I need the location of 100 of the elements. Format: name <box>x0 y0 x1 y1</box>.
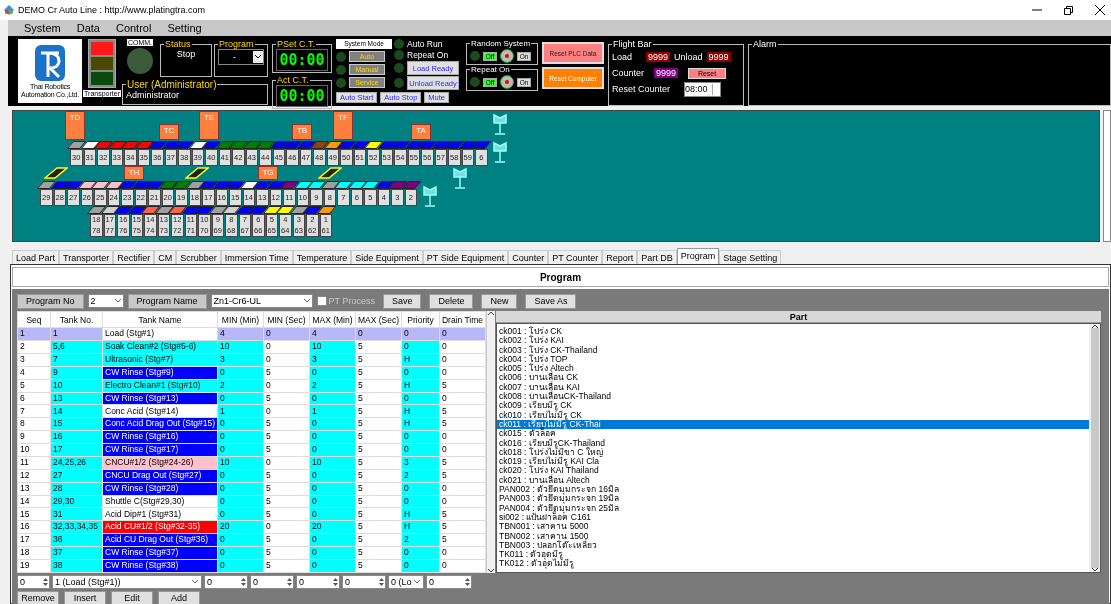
menu-item[interactable]: Data <box>68 22 108 34</box>
menu-item[interactable]: Setting <box>159 22 210 34</box>
group-title: Random System <box>470 39 532 48</box>
part-item[interactable]: TBN003 : ปลอกโต๊ะเหลี่ยว <box>497 540 1089 551</box>
scroll-up-icon[interactable] <box>488 311 494 315</box>
part-item[interactable]: ck015 : ตัวล็อค <box>497 429 1089 439</box>
part-item[interactable]: PAN003 : ตัวยึดมุมกระจก 19มิล <box>497 494 1089 504</box>
part-item[interactable]: ck010 : เรียบไม่มีรู CK <box>497 410 1089 420</box>
program-name-button[interactable]: Program Name <box>127 293 207 309</box>
caret-icon <box>114 299 121 303</box>
checkbox[interactable] <box>316 296 327 306</box>
program-name-dropdown[interactable]: Zn1-Cr6-UL <box>210 294 313 308</box>
tank-dropdown[interactable]: 0 (Lo <box>388 575 424 589</box>
row-action-button[interactable]: Insert <box>64 591 106 604</box>
number-spinner[interactable]: 0 <box>342 575 386 589</box>
window-title: DEMO Cr Auto Line : http://www.platingtra.com <box>18 5 206 15</box>
shuttle-icon <box>185 167 209 179</box>
hanger-icon <box>493 141 507 163</box>
tab[interactable]: PT Side Equipment <box>422 250 509 264</box>
row-action-button[interactable]: Remove <box>17 591 59 604</box>
action-button[interactable]: Save As <box>525 293 577 309</box>
action-button[interactable]: New <box>481 293 518 309</box>
status-value: Stop <box>175 49 197 59</box>
tab[interactable]: Report <box>602 250 638 264</box>
tab[interactable]: Scrubber <box>176 250 221 264</box>
toggle-knob[interactable] <box>500 49 514 63</box>
spinner-arrows-icon <box>240 577 247 587</box>
logo-icon <box>33 43 67 83</box>
program-no-button[interactable]: Program No <box>17 293 84 309</box>
tab[interactable]: Transporter <box>59 250 114 264</box>
tab[interactable]: Load Part <box>12 250 60 264</box>
tab[interactable]: CM <box>154 250 177 264</box>
action-button[interactable]: Delete <box>429 293 474 309</box>
tank-dropdown[interactable]: 1 (Load (Stg#1)) <box>52 575 202 589</box>
part-item[interactable]: TK011 : ตัวอุดมีรู <box>497 550 1089 560</box>
indicator-label: Repeat On <box>407 50 449 60</box>
load-count: 9999 <box>646 52 671 62</box>
part-item[interactable]: ck002 : โปร่ง KAI <box>497 336 1089 346</box>
shuttle-icon <box>44 167 68 179</box>
caret-icon <box>192 580 198 584</box>
part-item[interactable]: PAN002 : ตัวยึดมุมกระจก 16มิล <box>497 485 1089 495</box>
tab[interactable]: PT Counter <box>548 250 603 264</box>
tab[interactable]: Program <box>676 248 720 264</box>
number-spinner[interactable]: 0 <box>426 575 472 589</box>
part-item[interactable]: ck011 : เรียบไม่มีรู CK-Thai <box>497 419 1089 430</box>
column-header: Tank No. <box>50 311 103 328</box>
column-header: MAX (Min) <box>309 311 356 328</box>
time-spinner[interactable]: 08:00 <box>684 81 721 97</box>
column-header: Priority <box>401 311 440 328</box>
scroll-down-icon[interactable] <box>488 569 494 573</box>
menu-item[interactable]: Control <box>107 22 160 34</box>
restore-icon[interactable] <box>1064 5 1073 15</box>
group-title: Alarm <box>752 39 778 49</box>
row-action-button[interactable]: Edit <box>111 591 153 604</box>
toggle-knob[interactable] <box>500 75 514 89</box>
part-item[interactable]: TK012 : ตัวอุดไม่มีรู <box>497 559 1089 569</box>
close-icon[interactable] <box>1095 5 1105 15</box>
part-item[interactable]: si002 : แป้นฝาล็อค C161 <box>497 512 1089 523</box>
tab[interactable]: Side Equipment <box>351 250 423 264</box>
checkbox-label: PT Process <box>328 296 375 306</box>
menu-item[interactable]: System <box>16 22 69 34</box>
app-icon <box>4 5 14 15</box>
tab[interactable]: Rectifier <box>113 250 155 264</box>
program-dropdown[interactable]: - <box>218 49 264 65</box>
scroll-up-icon[interactable] <box>1091 324 1098 328</box>
panel-title: Program <box>12 267 1109 287</box>
scroll-down-icon[interactable] <box>1091 568 1098 572</box>
load-label: Load <box>612 52 634 62</box>
action-button[interactable]: Save <box>382 293 422 309</box>
tab[interactable]: Immersion Time <box>220 250 293 264</box>
tab[interactable]: Temperature <box>292 250 352 264</box>
group-title: PSet C.T. <box>276 39 316 49</box>
program-no-dropdown[interactable]: 2 <box>87 294 124 308</box>
tab[interactable]: Counter <box>508 250 549 264</box>
user-name: Administrator <box>126 90 179 100</box>
number-spinner[interactable]: 0 <box>17 575 50 589</box>
part-item[interactable]: ck019 : เรียบไม่มีรู KAI Cla <box>497 457 1089 467</box>
unload-label: Unload <box>674 52 703 62</box>
part-item[interactable]: ck009 : เรียบมีรู CK <box>497 401 1089 411</box>
number-spinner[interactable]: 0 <box>296 575 340 589</box>
tab[interactable]: Part DB <box>637 250 677 264</box>
part-item[interactable]: ck003 : โปร่ง CK-Thailand <box>497 345 1089 355</box>
group-title: Status <box>164 39 192 49</box>
spinner-arrows-icon <box>286 577 293 587</box>
part-header: Part <box>496 311 1101 323</box>
tab[interactable]: Stage Setting <box>719 250 782 264</box>
group-title: Repeat On <box>470 65 511 74</box>
shuttle-icon <box>318 167 342 179</box>
column-header: Tank Name <box>102 311 218 328</box>
hanger-icon <box>493 113 507 135</box>
scrollbar[interactable] <box>486 311 495 573</box>
scrollbar[interactable] <box>1089 324 1100 572</box>
part-item[interactable]: PAN004 : ตัวยึดมุมกระจก 25มิล <box>497 503 1089 513</box>
number-spinner[interactable]: 0 <box>204 575 248 589</box>
part-item[interactable]: ck016 : เรียบมีรูCK-Thailand <box>497 438 1089 448</box>
part-item[interactable]: ck021 : บานเลื่อน Altech <box>497 475 1089 486</box>
row-action-button[interactable]: Add <box>158 591 200 604</box>
number-spinner[interactable]: 0 <box>250 575 294 589</box>
caret-icon <box>255 55 261 59</box>
part-item[interactable]: TBN001 : เสาคาน 5000 <box>497 522 1089 532</box>
